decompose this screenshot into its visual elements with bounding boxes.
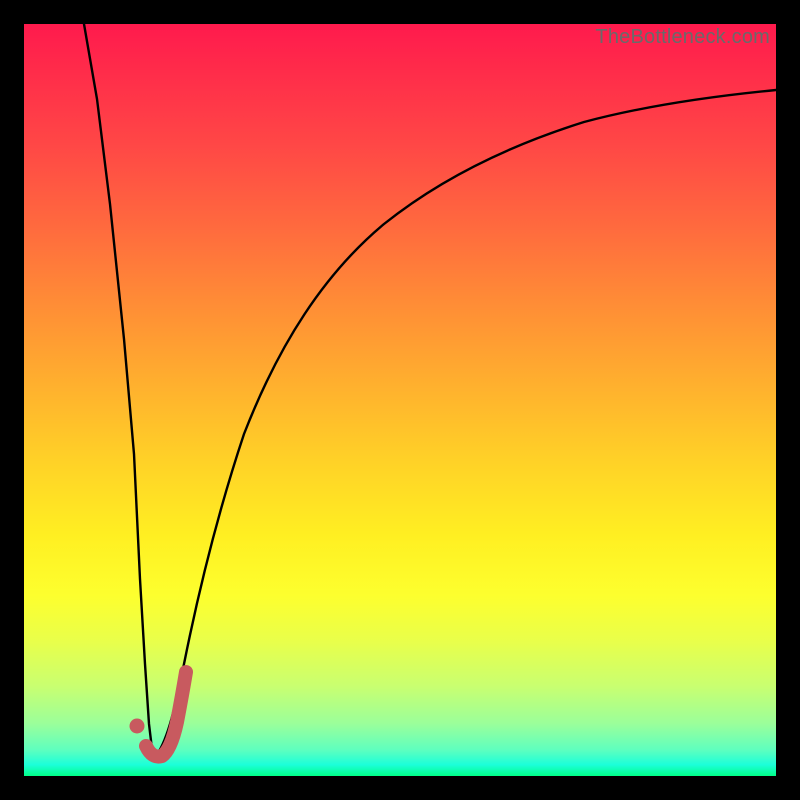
chart-frame: TheBottleneck.com	[0, 0, 800, 800]
curve-left	[84, 24, 155, 757]
j-marker-dot	[130, 719, 145, 734]
curve-right	[155, 90, 776, 757]
j-marker-path	[146, 672, 186, 757]
plot-area: TheBottleneck.com	[24, 24, 776, 776]
chart-svg	[24, 24, 776, 776]
